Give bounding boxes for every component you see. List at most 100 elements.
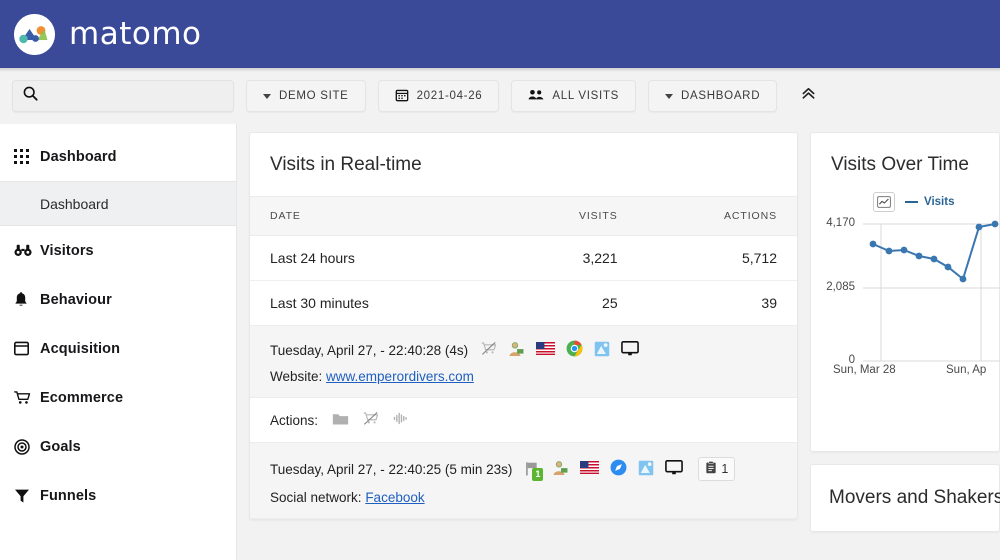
page-body: Dashboard Dashboard Visitors Behaviour A… [0, 124, 1000, 560]
visit-referrer: Social network: Facebook [270, 490, 777, 505]
search-icon [23, 86, 38, 106]
visit-referrer: Website: www.emperordivers.com [270, 369, 777, 384]
visit-icon-strip [481, 340, 639, 360]
chart-title: Visits Over Time [831, 154, 969, 175]
funnel-icon [14, 488, 40, 504]
chrome-browser-icon [566, 340, 583, 360]
collapse-bar-button[interactable] [795, 83, 821, 109]
chevron-down-icon [665, 93, 674, 99]
flag-badge-count: 1 [532, 468, 544, 481]
chart-legend: Visits [811, 192, 999, 212]
clipboard-icon [705, 461, 717, 477]
binoculars-icon [14, 244, 40, 257]
column-header-visits: VISITS [509, 196, 638, 236]
cart-crossed-icon [481, 341, 497, 359]
grid-icon [14, 149, 40, 164]
visitor-log-entry[interactable]: Tuesday, April 27, - 22:40:28 (4s) Websi… [250, 326, 797, 398]
cart-icon [14, 390, 40, 405]
column-header-actions: ACTIONS [637, 196, 797, 236]
visits-line-chart [863, 220, 1000, 362]
sidebar: Dashboard Dashboard Visitors Behaviour A… [0, 124, 237, 560]
windows-os-icon [638, 460, 654, 479]
window-icon [14, 341, 40, 356]
visits-in-realtime-widget: Visits in Real-time DATE VISITS ACTIONS … [249, 132, 798, 520]
windows-os-icon [594, 341, 610, 360]
chevrons-up-icon [800, 85, 817, 107]
visit-timestamp: Tuesday, April 27, - 22:40:25 (5 min 23s… [270, 461, 513, 477]
sidebar-item-ecommerce[interactable]: Ecommerce [0, 373, 236, 422]
sidebar-item-label: Acquisition [40, 340, 121, 357]
sidebar-item-goals[interactable]: Goals [0, 422, 236, 471]
sidebar-item-label: Behaviour [40, 291, 112, 308]
segment-selector-button[interactable]: ALL VISITS [511, 80, 637, 112]
table-row: Last 30 minutes 25 39 [250, 280, 797, 326]
app-header: matomo [0, 0, 1000, 72]
cell-visits: 25 [509, 280, 638, 326]
cell-date: Last 30 minutes [250, 280, 510, 326]
widget-title: Visits in Real-time [270, 154, 422, 175]
date-selector-button[interactable]: 2021-04-26 [377, 80, 500, 112]
search-box[interactable] [12, 80, 234, 112]
sidebar-item-acquisition[interactable]: Acquisition [0, 324, 236, 373]
visit-timestamp: Tuesday, April 27, - 22:40:28 (4s) [270, 342, 469, 358]
cell-actions: 5,712 [637, 235, 797, 281]
bell-icon [14, 291, 40, 308]
safari-browser-icon [610, 459, 627, 479]
matomo-logo-icon[interactable] [14, 13, 55, 55]
visit-icon-strip: 1 1 [525, 457, 736, 481]
desktop-device-icon [621, 341, 639, 359]
cell-actions: 39 [637, 280, 797, 326]
referrer-label: Social network: [270, 490, 362, 505]
cell-visits: 3,221 [509, 235, 638, 281]
desktop-device-icon [665, 460, 684, 478]
visit-actions-row: Actions: [250, 398, 797, 443]
dashboard-right-column: Visits Over Time Visits 4,170 2,085 0 Su… [810, 124, 1000, 560]
sidebar-item-visitors[interactable]: Visitors [0, 226, 236, 275]
page-views-badge[interactable]: 1 [698, 457, 736, 481]
selector-bar: DEMO SITE 2021-04-26 ALL VISITS DASHBOAR… [0, 68, 1000, 124]
column-header-date: DATE [250, 196, 510, 236]
date-selector-label: 2021-04-26 [416, 90, 483, 102]
users-icon [528, 88, 544, 104]
sidebar-item-label: Dashboard [40, 148, 117, 165]
page-views-count: 1 [721, 462, 729, 476]
segment-selector-label: ALL VISITS [552, 90, 620, 102]
flag-us-icon [536, 342, 556, 358]
dashboard-selector-button[interactable]: DASHBOARD [648, 80, 778, 112]
visitor-log-entry[interactable]: Tuesday, April 27, - 22:40:25 (5 min 23s… [250, 443, 797, 519]
chart-type-icon[interactable] [873, 192, 895, 212]
referrer-link[interactable]: www.emperordivers.com [326, 369, 474, 384]
calendar-icon [395, 88, 409, 105]
dashboard-center-column: Visits in Real-time DATE VISITS ACTIONS … [237, 124, 810, 560]
cart-crossed-icon[interactable] [363, 411, 379, 429]
visits-over-time-widget: Visits Over Time Visits 4,170 2,085 0 Su… [810, 132, 1000, 452]
folder-icon[interactable] [332, 412, 349, 429]
table-header-row: DATE VISITS ACTIONS [250, 196, 797, 236]
x-axis-tick-label: Sun, Mar 28 [833, 364, 896, 376]
sidebar-subitem-dashboard[interactable]: Dashboard [0, 181, 236, 226]
legend-item-visits[interactable]: Visits [905, 196, 954, 208]
search-input[interactable] [46, 88, 223, 104]
sidebar-item-behaviour[interactable]: Behaviour [0, 275, 236, 324]
pulse-icon[interactable] [393, 412, 409, 428]
x-axis-tick-label: Sun, Ap [946, 364, 987, 376]
visitor-avatar-icon [552, 460, 569, 479]
sidebar-item-funnels[interactable]: Funnels [0, 471, 236, 520]
sidebar-item-label: Funnels [40, 487, 97, 504]
actions-icon-strip [332, 411, 409, 429]
sidebar-subitem-label: Dashboard [40, 195, 109, 212]
site-selector-button[interactable]: DEMO SITE [246, 80, 366, 112]
visitor-avatar-icon [508, 341, 525, 360]
chevron-down-icon [263, 93, 271, 99]
table-row: Last 24 hours 3,221 5,712 [250, 235, 797, 281]
legend-label: Visits [924, 196, 955, 208]
referrer-label: Website: [270, 369, 323, 384]
actions-label: Actions: [270, 412, 319, 428]
target-icon [14, 438, 40, 455]
referrer-link[interactable]: Facebook [365, 490, 424, 505]
sidebar-item-label: Visitors [40, 242, 94, 259]
realtime-summary-table: DATE VISITS ACTIONS Last 24 hours 3,221 … [250, 196, 797, 326]
widget-title: Movers and Shakers [829, 487, 1000, 508]
sidebar-item-dashboard[interactable]: Dashboard [0, 132, 236, 181]
site-selector-label: DEMO SITE [279, 90, 349, 102]
